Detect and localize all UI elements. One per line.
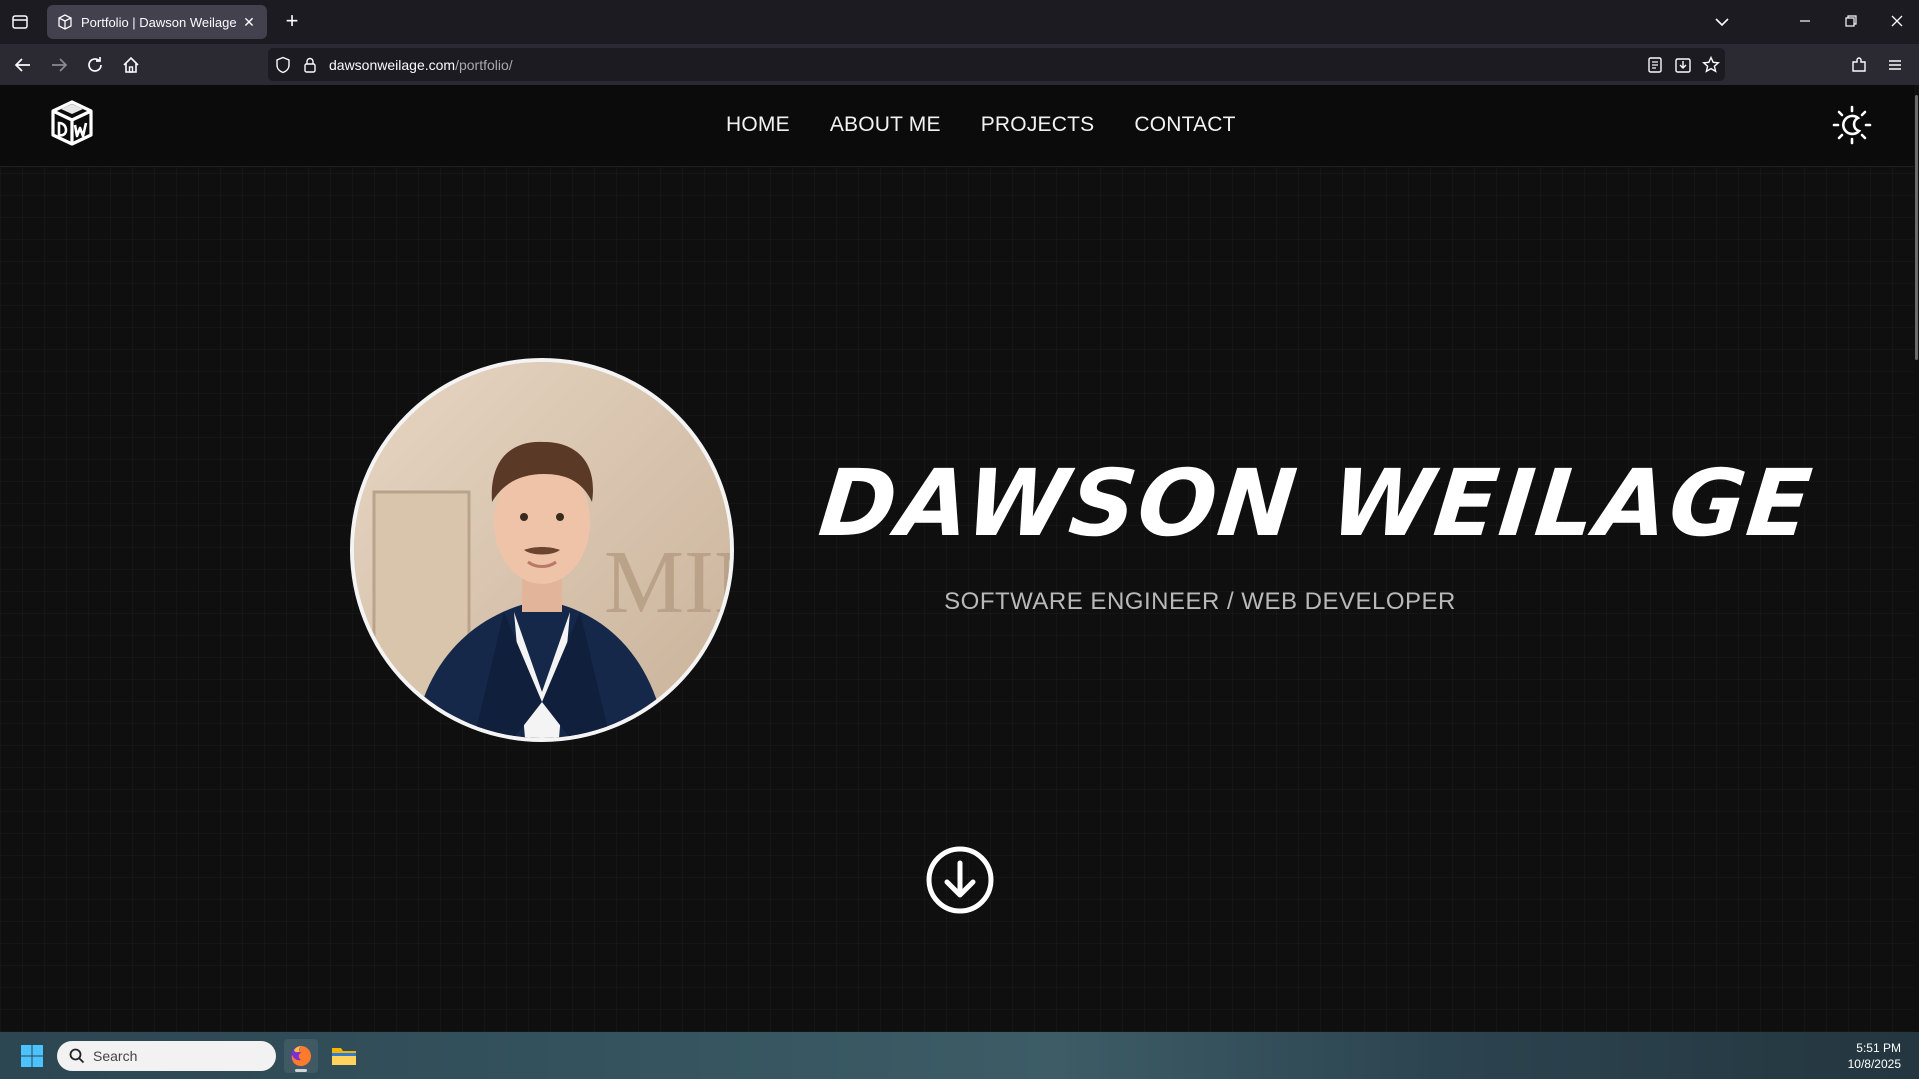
nav-home-link[interactable]: HOME <box>726 113 790 137</box>
save-to-pocket-icon[interactable] <box>1673 55 1693 75</box>
web-page: HOME ABOUT ME PROJECTS CONTACT MI DAWSON… <box>0 85 1919 1032</box>
nav-projects-link[interactable]: PROJECTS <box>981 113 1095 137</box>
browser-navigation-bar: dawsonweilage.com/portfolio/ <box>0 44 1919 85</box>
firefox-icon <box>291 1046 311 1066</box>
site-favicon-icon <box>58 14 72 30</box>
app-menu-hamburger-icon[interactable] <box>1882 52 1908 78</box>
restore-window-icon[interactable] <box>1836 10 1866 34</box>
forward-arrow-icon[interactable] <box>46 52 72 78</box>
hero-name-heading: DAWSON WEILAGE <box>814 450 1818 557</box>
browser-tab-bar: Portfolio | Dawson Weilage ✕ + <box>0 0 1919 44</box>
sun-moon-icon[interactable] <box>1832 105 1872 145</box>
address-bar[interactable]: dawsonweilage.com/portfolio/ <box>268 48 1725 81</box>
taskbar-firefox-app[interactable] <box>284 1039 318 1073</box>
clock-time: 5:51 PM <box>1856 1041 1901 1055</box>
reader-view-icon[interactable] <box>1645 55 1665 75</box>
nav-contact-link[interactable]: CONTACT <box>1134 113 1235 137</box>
svg-text:MIN: MIN <box>604 533 730 632</box>
site-header: HOME ABOUT ME PROJECTS CONTACT <box>0 85 1914 167</box>
url-path: /portfolio/ <box>455 57 513 73</box>
search-icon <box>69 1048 85 1064</box>
hero-role-subtitle: SOFTWARE ENGINEER / WEB DEVELOPER <box>944 588 1456 615</box>
taskbar-clock[interactable]: 5:51 PM 10/8/2025 <box>1848 1040 1901 1072</box>
reload-icon[interactable] <box>82 52 108 78</box>
windows-start-icon[interactable] <box>20 1044 44 1068</box>
browser-tab-active[interactable]: Portfolio | Dawson Weilage ✕ <box>47 5 267 39</box>
tab-title: Portfolio | Dawson Weilage <box>81 14 237 30</box>
lock-icon[interactable] <box>301 56 319 74</box>
tab-overflow-chevron-icon[interactable] <box>1707 10 1737 34</box>
taskbar-search-box[interactable]: Search <box>57 1041 276 1071</box>
tracking-protection-shield-icon[interactable] <box>274 56 292 74</box>
dw-cube-logo-icon[interactable] <box>48 99 96 147</box>
back-arrow-icon[interactable] <box>10 52 36 78</box>
site-main-nav: HOME ABOUT ME PROJECTS CONTACT <box>726 113 1236 137</box>
page-scrollbar-thumb[interactable] <box>1915 95 1918 360</box>
folder-icon <box>332 1048 356 1065</box>
close-window-icon[interactable] <box>1882 10 1912 34</box>
taskbar-search-placeholder: Search <box>93 1048 138 1064</box>
new-tab-button[interactable]: + <box>280 10 304 34</box>
nav-about-link[interactable]: ABOUT ME <box>830 113 941 137</box>
bookmark-star-icon[interactable] <box>1701 55 1721 75</box>
clock-date: 10/8/2025 <box>1847 1057 1901 1071</box>
close-tab-icon[interactable]: ✕ <box>241 14 257 30</box>
url-domain: dawsonweilage.com <box>329 57 456 73</box>
windows-taskbar: Search 5:51 PM 10/8/2025 <box>0 1032 1919 1079</box>
home-icon[interactable] <box>118 52 144 78</box>
minimize-window-icon[interactable] <box>1790 10 1820 34</box>
list-all-tabs-icon[interactable] <box>10 12 30 32</box>
extensions-puzzle-icon[interactable] <box>1846 52 1872 78</box>
url-text[interactable]: dawsonweilage.com/portfolio/ <box>329 57 513 73</box>
profile-photo: MIN <box>350 358 734 742</box>
active-app-indicator <box>295 1069 307 1072</box>
arrow-down-circle-icon[interactable] <box>925 845 995 915</box>
taskbar-file-explorer-app[interactable] <box>327 1039 361 1073</box>
